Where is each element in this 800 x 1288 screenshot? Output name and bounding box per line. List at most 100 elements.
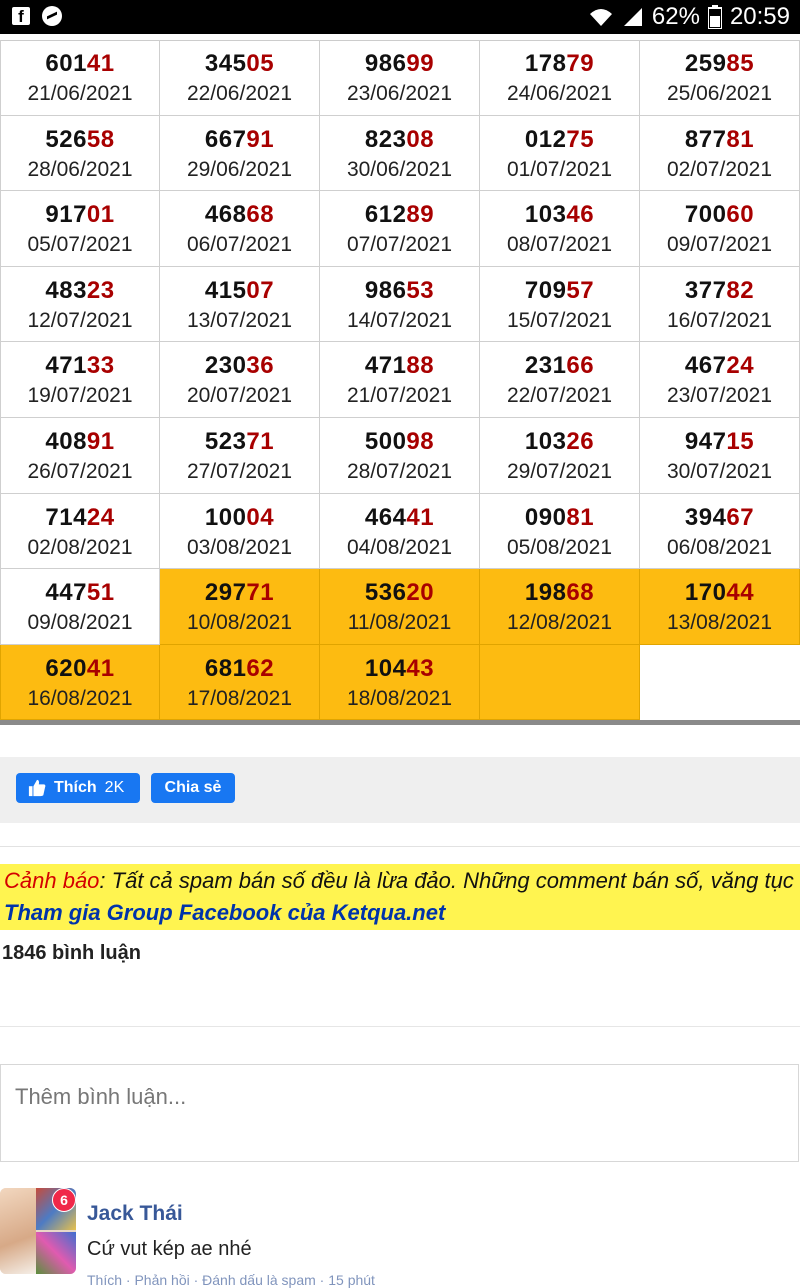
result-number: 52658 [1,126,159,154]
result-number: 19868 [480,579,639,607]
result-lead-digits: 947 [684,427,727,455]
spam-warning-banner: Cảnh báo: Tất cả spam bán số đều là lừa … [0,864,800,930]
result-cell: 52658 28/06/2021 [0,115,160,192]
result-date: 28/06/2021 [27,157,133,181]
result-date: 30/06/2021 [346,157,453,181]
result-number: 01275 [480,126,639,154]
results-row: 91701 05/07/2021 46868 06/07/2021 61289 07/07… [0,191,800,267]
result-tail-digits: 75 [566,125,595,153]
result-cell [640,644,800,721]
result-number: 61289 [320,201,479,229]
result-number: 39467 [640,504,799,532]
result-lead-digits: 377 [684,276,727,304]
result-date: 01/07/2021 [506,157,613,181]
result-date: 04/08/2021 [346,535,453,559]
result-tail-digits: 41 [86,50,115,77]
result-cell: 70060 09/07/2021 [640,191,800,267]
result-tail-digits: 68 [246,201,275,229]
result-tail-digits: 41 [86,654,115,682]
result-date: 12/08/2021 [506,611,613,635]
result-date: 05/08/2021 [506,535,613,559]
signal-icon [623,8,642,26]
result-tail-digits: 43 [406,654,435,682]
result-lead-digits: 986 [364,276,407,304]
add-comment-input[interactable] [1,1065,798,1161]
result-tail-digits: 33 [86,352,115,380]
comment-text: Cứ vut kép ae nhé [87,1238,252,1260]
result-lead-digits: 823 [364,125,407,153]
result-date: 25/06/2021 [666,82,773,105]
result-lead-digits: 700 [684,201,727,229]
result-cell: 60141 21/06/2021 [0,40,160,116]
result-number: 34505 [160,50,319,78]
result-tail-digits: 81 [726,125,755,153]
result-date: 06/07/2021 [186,233,293,257]
result-cell [480,644,640,721]
result-cell: 39467 06/08/2021 [640,493,800,570]
result-cell: 82308 30/06/2021 [320,115,480,192]
battery-icon [707,5,722,29]
result-tail-digits: 66 [566,352,595,380]
warning-prefix: Cảnh báo [4,868,100,893]
result-number: 98699 [320,50,479,78]
result-cell: 98653 14/07/2021 [320,266,480,343]
results-grid: 60141 21/06/2021 34505 22/06/2021 98699 23/06… [0,40,800,721]
result-tail-digits: 99 [406,50,435,77]
result-number: 44751 [1,579,159,607]
result-date: 09/08/2021 [27,611,133,635]
result-tail-digits: 88 [406,352,435,380]
avatar[interactable]: 6 [0,1188,76,1274]
result-date: 03/08/2021 [186,535,293,559]
join-group-link[interactable]: Tham gia Group Facebook của Ketqua.net [4,900,445,926]
facebook-like-button[interactable]: Thích 2K [16,773,140,803]
result-lead-digits: 103 [524,201,567,229]
result-lead-digits: 297 [204,579,247,607]
comment-actions[interactable]: Thích · Phản hồi · Đánh dấu là spam · 15… [87,1272,375,1288]
result-lead-digits: 345 [204,50,247,77]
like-label: Thích [54,779,97,796]
result-tail-digits: 24 [726,352,755,380]
result-cell: 48323 12/07/2021 [0,266,160,343]
result-lead-digits: 467 [684,352,727,380]
result-date: 06/08/2021 [666,535,773,559]
comment-count: 1846 bình luận [2,942,141,964]
result-lead-digits: 536 [364,579,407,607]
result-tail-digits: 07 [246,276,275,304]
results-row: 48323 12/07/2021 41507 13/07/2021 98653 14/07… [0,266,800,343]
result-number: 10326 [480,428,639,456]
result-tail-digits: 36 [246,352,275,380]
result-tail-digits: 67 [726,503,755,531]
commenter-name[interactable]: Jack Thái [87,1202,183,1226]
result-cell: 53620 11/08/2021 [320,569,480,645]
result-number: 87781 [640,126,799,154]
result-date: 05/07/2021 [27,233,133,257]
result-date: 29/06/2021 [186,157,293,181]
result-lead-digits: 877 [684,125,727,153]
result-lead-digits: 483 [45,276,87,304]
divider [0,846,800,847]
result-lead-digits: 178 [524,50,567,77]
result-date: 24/06/2021 [506,82,613,105]
clock: 20:59 [729,3,790,30]
result-date: 09/07/2021 [666,233,773,257]
result-tail-digits: 20 [406,579,435,607]
result-number: 48323 [1,277,159,305]
result-cell: 09081 05/08/2021 [480,493,640,570]
result-lead-digits: 464 [364,503,407,531]
result-tail-digits: 71 [246,427,275,455]
result-cell: 44751 09/08/2021 [0,569,160,645]
result-cell: 23166 22/07/2021 [480,342,640,418]
result-cell: 41507 13/07/2021 [160,266,320,343]
result-date: 02/07/2021 [666,157,773,181]
result-lead-digits: 526 [45,125,87,153]
result-date: 07/07/2021 [346,233,453,257]
result-lead-digits: 986 [364,50,407,77]
result-tail-digits: 51 [86,579,115,607]
like-count: 2K [104,779,125,796]
facebook-share-button[interactable]: Chia sẻ [151,773,235,803]
result-tail-digits: 53 [406,276,435,304]
result-number: 66791 [160,126,319,154]
result-number: 94715 [640,428,799,456]
result-cell: 37782 16/07/2021 [640,266,800,343]
result-date: 13/07/2021 [186,308,293,332]
